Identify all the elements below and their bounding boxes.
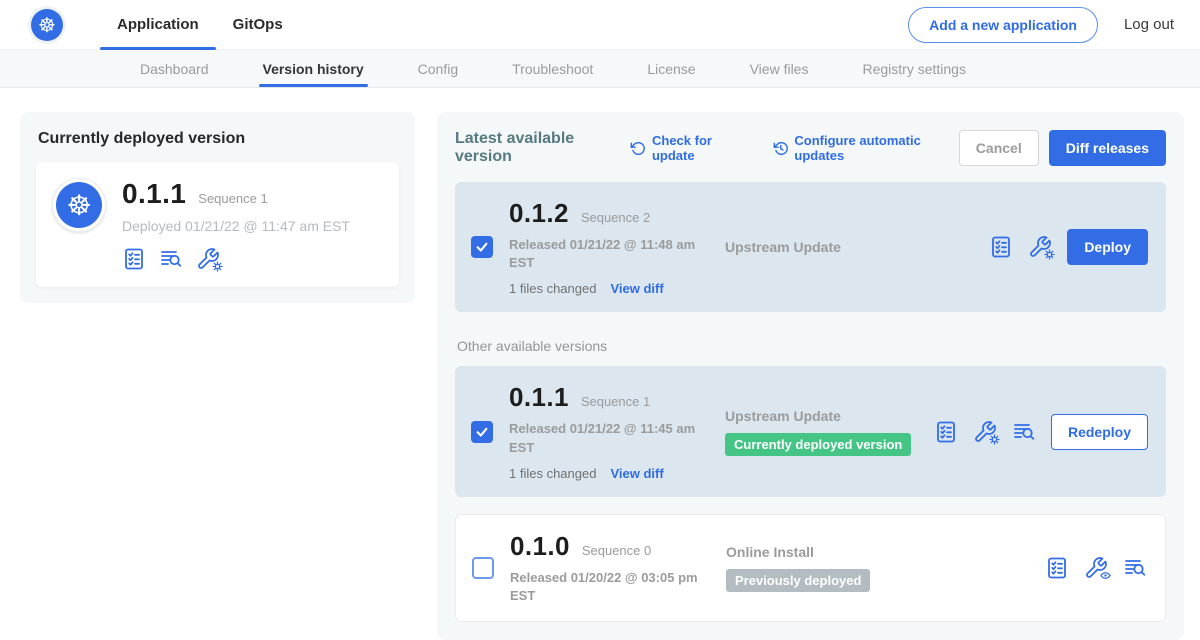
preflight-checks-icon[interactable] (989, 235, 1013, 259)
version-checkbox[interactable] (471, 236, 493, 258)
version-number: 0.1.1 (509, 382, 569, 413)
released-timestamp: Released 01/21/22 @ 11:45 am EST (509, 420, 699, 456)
released-timestamp: Released 01/21/22 @ 11:48 am EST (509, 236, 699, 272)
deploy-logs-icon[interactable] (1123, 556, 1147, 580)
edit-config-icon[interactable] (973, 420, 997, 444)
version-info: 0.1.1 Sequence 1 Released 01/21/22 @ 11:… (509, 382, 709, 480)
kubernetes-logo: ☸ (28, 6, 66, 44)
source-label: Upstream Update (725, 239, 973, 255)
logout-link[interactable]: Log out (1124, 16, 1174, 33)
version-row-0-1-1: 0.1.1 Sequence 1 Released 01/21/22 @ 11:… (455, 366, 1166, 496)
files-changed-label: 1 files changed (509, 466, 596, 481)
latest-available-title: Latest available version (455, 130, 620, 166)
version-source: Upstream Update Currently deployed versi… (725, 408, 918, 456)
checkmark-icon (475, 240, 489, 254)
deploy-logs-icon[interactable] (159, 247, 183, 271)
subnav-config[interactable]: Config (418, 50, 458, 87)
released-timestamp: Released 01/20/22 @ 03:05 pm EST (510, 569, 700, 605)
version-source: Upstream Update (725, 239, 973, 255)
subnav-license[interactable]: License (647, 50, 695, 87)
sequence-label: Sequence 0 (582, 543, 651, 558)
deployed-card-body: 0.1.1 Sequence 1 Deployed 01/21/22 @ 11:… (122, 178, 350, 271)
sequence-label: Sequence 1 (581, 394, 650, 409)
tab-gitops[interactable]: GitOps (216, 0, 300, 50)
version-checkbox[interactable] (472, 557, 494, 579)
deployed-timestamp: Deployed 01/21/22 @ 11:47 am EST (122, 218, 350, 234)
version-number: 0.1.2 (509, 198, 569, 229)
refresh-icon (630, 140, 646, 157)
cancel-button[interactable]: Cancel (959, 130, 1039, 166)
deploy-button[interactable]: Deploy (1067, 229, 1148, 265)
view-diff-link[interactable]: View diff (610, 281, 663, 296)
previously-deployed-badge: Previously deployed (726, 569, 870, 592)
version-actions (1045, 556, 1149, 580)
files-changed-label: 1 files changed (509, 281, 596, 296)
version-history-panel: Latest available version Check for updat… (437, 112, 1184, 640)
tab-application[interactable]: Application (100, 0, 216, 50)
version-number: 0.1.0 (510, 531, 570, 562)
top-nav-right: Add a new application Log out (908, 7, 1174, 43)
version-source: Online Install Previously deployed (726, 544, 1029, 592)
deployed-sequence-label: Sequence 1 (198, 191, 267, 206)
diff-releases-button[interactable]: Diff releases (1049, 130, 1166, 166)
view-config-icon[interactable] (1084, 556, 1108, 580)
other-versions-heading: Other available versions (457, 338, 1166, 354)
version-actions: Deploy (989, 229, 1150, 265)
latest-available-header: Latest available version Check for updat… (455, 130, 1166, 166)
deployed-version-number: 0.1.1 (122, 178, 186, 210)
redeploy-button[interactable]: Redeploy (1051, 414, 1148, 450)
subnav-version-history[interactable]: Version history (263, 50, 364, 87)
edit-config-icon[interactable] (1028, 235, 1052, 259)
configure-automatic-updates-link[interactable]: Configure automatic updates (773, 133, 959, 163)
subnav-troubleshoot[interactable]: Troubleshoot (512, 50, 593, 87)
source-label: Online Install (726, 544, 1029, 560)
app-subnav: Dashboard Version history Config Trouble… (0, 50, 1200, 88)
subnav-registry-settings[interactable]: Registry settings (862, 50, 965, 87)
subnav-dashboard[interactable]: Dashboard (140, 50, 209, 87)
preflight-checks-icon[interactable] (934, 420, 958, 444)
sequence-label: Sequence 2 (581, 210, 650, 225)
add-new-application-button[interactable]: Add a new application (908, 7, 1098, 43)
checkmark-icon (475, 425, 489, 439)
edit-config-icon[interactable] (196, 247, 220, 271)
deploy-logs-icon[interactable] (1012, 420, 1036, 444)
preflight-checks-icon[interactable] (1045, 556, 1069, 580)
kubernetes-wheel-icon: ☸ (56, 182, 102, 228)
main-content: Currently deployed version ☸ 0.1.1 Seque… (0, 88, 1200, 640)
source-label: Upstream Update (725, 408, 918, 424)
subnav-view-files[interactable]: View files (750, 50, 809, 87)
version-row-0-1-0: 0.1.0 Sequence 0 Released 01/20/22 @ 03:… (455, 514, 1166, 622)
version-info: 0.1.2 Sequence 2 Released 01/21/22 @ 11:… (509, 198, 709, 296)
currently-deployed-panel: Currently deployed version ☸ 0.1.1 Seque… (20, 112, 415, 303)
preflight-checks-icon[interactable] (122, 247, 146, 271)
version-actions: Redeploy (934, 414, 1150, 450)
app-icon: ☸ (52, 178, 106, 232)
kubernetes-wheel-icon: ☸ (31, 9, 63, 41)
deployed-version-card: ☸ 0.1.1 Sequence 1 Deployed 01/21/22 @ 1… (36, 162, 399, 287)
currently-deployed-title: Currently deployed version (38, 130, 399, 148)
version-info: 0.1.0 Sequence 0 Released 01/20/22 @ 03:… (510, 531, 710, 605)
view-diff-link[interactable]: View diff (610, 466, 663, 481)
version-checkbox[interactable] (471, 421, 493, 443)
currently-deployed-badge: Currently deployed version (725, 433, 911, 456)
version-row-0-1-2: 0.1.2 Sequence 2 Released 01/21/22 @ 11:… (455, 182, 1166, 312)
clock-refresh-icon (773, 140, 789, 157)
check-for-update-link[interactable]: Check for update (630, 133, 748, 163)
top-nav: ☸ Application GitOps Add a new applicati… (0, 0, 1200, 50)
